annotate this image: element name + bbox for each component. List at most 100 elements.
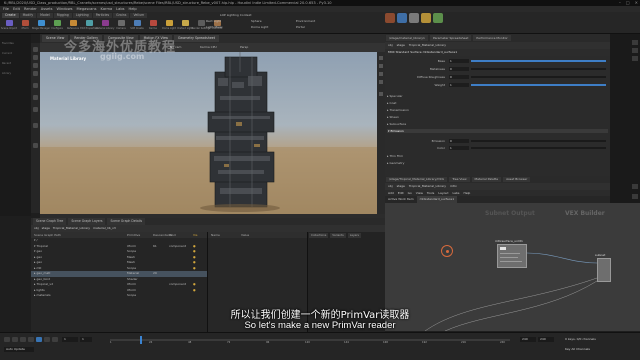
- renderer-menu[interactable]: Karma CPU: [200, 45, 217, 49]
- play-icon[interactable]: [36, 337, 42, 342]
- play-reverse-icon[interactable]: [20, 337, 26, 342]
- context-portal[interactable]: Portal: [296, 25, 305, 29]
- start-frame-field[interactable]: 1: [80, 337, 92, 342]
- tool-camera[interactable]: Camera: [114, 20, 128, 31]
- select-tool-icon[interactable]: [33, 47, 38, 52]
- view-tool-icon[interactable]: [33, 83, 38, 88]
- grid-icon[interactable]: [632, 194, 638, 199]
- param-value-field[interactable]: 0: [449, 139, 469, 143]
- tool-configure[interactable]: Configure: [50, 20, 64, 31]
- tool-scene-import[interactable]: Scene Import: [1, 20, 17, 31]
- lighting-icon[interactable]: [379, 72, 383, 76]
- tab-collections[interactable]: Collections: [309, 233, 329, 238]
- network-tab-3[interactable]: Asset Browser: [503, 177, 531, 182]
- pose-tool-icon[interactable]: [33, 123, 38, 128]
- scene-viewport[interactable]: Material Library: [40, 52, 377, 214]
- gear-icon[interactable]: [632, 56, 638, 61]
- param-slider[interactable]: [471, 84, 606, 86]
- light-tool-icon[interactable]: [33, 143, 38, 148]
- stop-icon[interactable]: [28, 337, 34, 342]
- range-end-field[interactable]: 240: [538, 337, 554, 342]
- rotate-tool-icon[interactable]: [33, 63, 38, 68]
- path-segment[interactable]: obj: [388, 183, 393, 190]
- network-tools-icon[interactable]: [632, 184, 638, 189]
- folder-coat[interactable]: ▸ Coat: [387, 101, 396, 105]
- pin-icon[interactable]: [632, 40, 638, 45]
- camera-icon[interactable]: [433, 13, 443, 23]
- background-icon[interactable]: [379, 80, 383, 84]
- tool-stage-manager[interactable]: Stage Manager: [32, 20, 50, 31]
- shelf-tab-particles[interactable]: Particles: [92, 13, 113, 18]
- folder-specular[interactable]: ▸ Specular: [387, 94, 403, 98]
- tab-geometry-spreadsheet[interactable]: Geometry Spreadsheet: [174, 35, 220, 42]
- shelf-tab-modify[interactable]: Modify: [19, 13, 37, 18]
- key-all-button[interactable]: Key All Channels: [565, 347, 590, 351]
- sidebar-recent[interactable]: Recent: [2, 62, 11, 65]
- param-value-field[interactable]: 1: [449, 83, 469, 87]
- network-tab-0[interactable]: /stage/Tropical_Material_Library/mtlx: [386, 177, 448, 182]
- flipbook-icon[interactable]: [409, 13, 419, 23]
- param-slider[interactable]: [471, 76, 606, 78]
- param-slider[interactable]: [471, 68, 606, 70]
- param-slider[interactable]: [471, 140, 606, 142]
- path-segment[interactable]: material_lib_v3: [93, 225, 116, 232]
- table-row[interactable]: ▸ materials Scope: [31, 293, 207, 299]
- path-segment[interactable]: stage: [397, 42, 405, 49]
- jump-end-icon[interactable]: [52, 337, 58, 342]
- folder-emission[interactable]: ▾ Emission: [387, 129, 608, 133]
- playhead[interactable]: [140, 336, 142, 344]
- view-badge[interactable]: Persp: [240, 45, 248, 49]
- path-segment[interactable]: stage: [397, 183, 405, 190]
- tool-edit-properties[interactable]: Edit Properties: [80, 20, 98, 31]
- current-frame-field[interactable]: 1: [62, 337, 78, 342]
- auto-update-field[interactable]: Auto Update: [4, 347, 34, 352]
- path-segment[interactable]: mtlx: [450, 183, 457, 190]
- path-segment[interactable]: Tropical_Material_Library: [409, 42, 446, 49]
- sidebar-favorites[interactable]: Favorites: [2, 42, 14, 45]
- param-tab-2[interactable]: Performance Monitor: [473, 35, 511, 41]
- network-tab-2[interactable]: Material Palette: [471, 177, 502, 182]
- timeline-track[interactable]: [110, 339, 510, 341]
- context-sphere[interactable]: Sphere: [251, 19, 262, 23]
- param-tab-0[interactable]: /stage/material_library1: [386, 35, 428, 41]
- move-tool-icon[interactable]: [33, 55, 38, 60]
- tool-xform[interactable]: Xform: [18, 20, 32, 31]
- folder-transmission[interactable]: ▸ Transmission: [387, 108, 409, 112]
- snap-tool-icon[interactable]: [33, 95, 38, 100]
- param-value-field[interactable]: 1: [449, 59, 469, 63]
- folder-sheen[interactable]: ▸ Sheen: [387, 115, 399, 119]
- param-value-field[interactable]: 1: [449, 146, 469, 150]
- tab-scene-graph-tree[interactable]: Scene Graph Tree: [33, 218, 67, 225]
- scale-tool-icon[interactable]: [33, 71, 38, 76]
- folder-geometry[interactable]: ▸ Geometry: [387, 161, 404, 165]
- help-icon[interactable]: [632, 48, 638, 53]
- tool-material-library[interactable]: Material Library: [96, 20, 114, 31]
- path-segment[interactable]: obj: [388, 42, 393, 49]
- param-value-field[interactable]: 0: [449, 67, 469, 71]
- step-back-icon[interactable]: [12, 337, 18, 342]
- display-options-icon[interactable]: [379, 56, 383, 60]
- light-icon[interactable]: [421, 13, 431, 23]
- tab-layers[interactable]: Layers: [347, 233, 361, 238]
- context-environment[interactable]: Environment: [296, 19, 315, 23]
- tab-variants[interactable]: Variants: [330, 233, 346, 238]
- handle-tool-icon[interactable]: [33, 107, 38, 112]
- shelf-tab-model[interactable]: Model: [37, 13, 53, 18]
- tool-sop-create[interactable]: SOP Create: [130, 20, 144, 31]
- path-segment[interactable]: Tropical_Material_Library: [53, 225, 90, 232]
- tool-distant-light[interactable]: Distant Light: [177, 20, 193, 31]
- guide-icon[interactable]: [379, 92, 383, 96]
- tool-reference[interactable]: Reference: [66, 20, 80, 31]
- network-tab-1[interactable]: Tree View: [449, 177, 470, 182]
- shelf-tab-lighting[interactable]: Lighting: [72, 13, 92, 18]
- sidebar-current[interactable]: Current: [2, 52, 12, 55]
- context-dome-light[interactable]: Dome Light: [251, 25, 268, 29]
- param-tab-1[interactable]: Parameter Spreadsheet: [429, 35, 472, 41]
- ipr-icon[interactable]: [397, 13, 407, 23]
- end-frame-field[interactable]: 240: [520, 337, 536, 342]
- tab-scene-graph-layers[interactable]: Scene Graph Layers: [68, 218, 106, 225]
- shelf-tab-grains[interactable]: Grains: [113, 13, 130, 18]
- context-light-mixer[interactable]: Light Mixer: [206, 25, 223, 29]
- sidebar-library[interactable]: Library: [2, 72, 11, 75]
- param-slider[interactable]: [471, 147, 606, 149]
